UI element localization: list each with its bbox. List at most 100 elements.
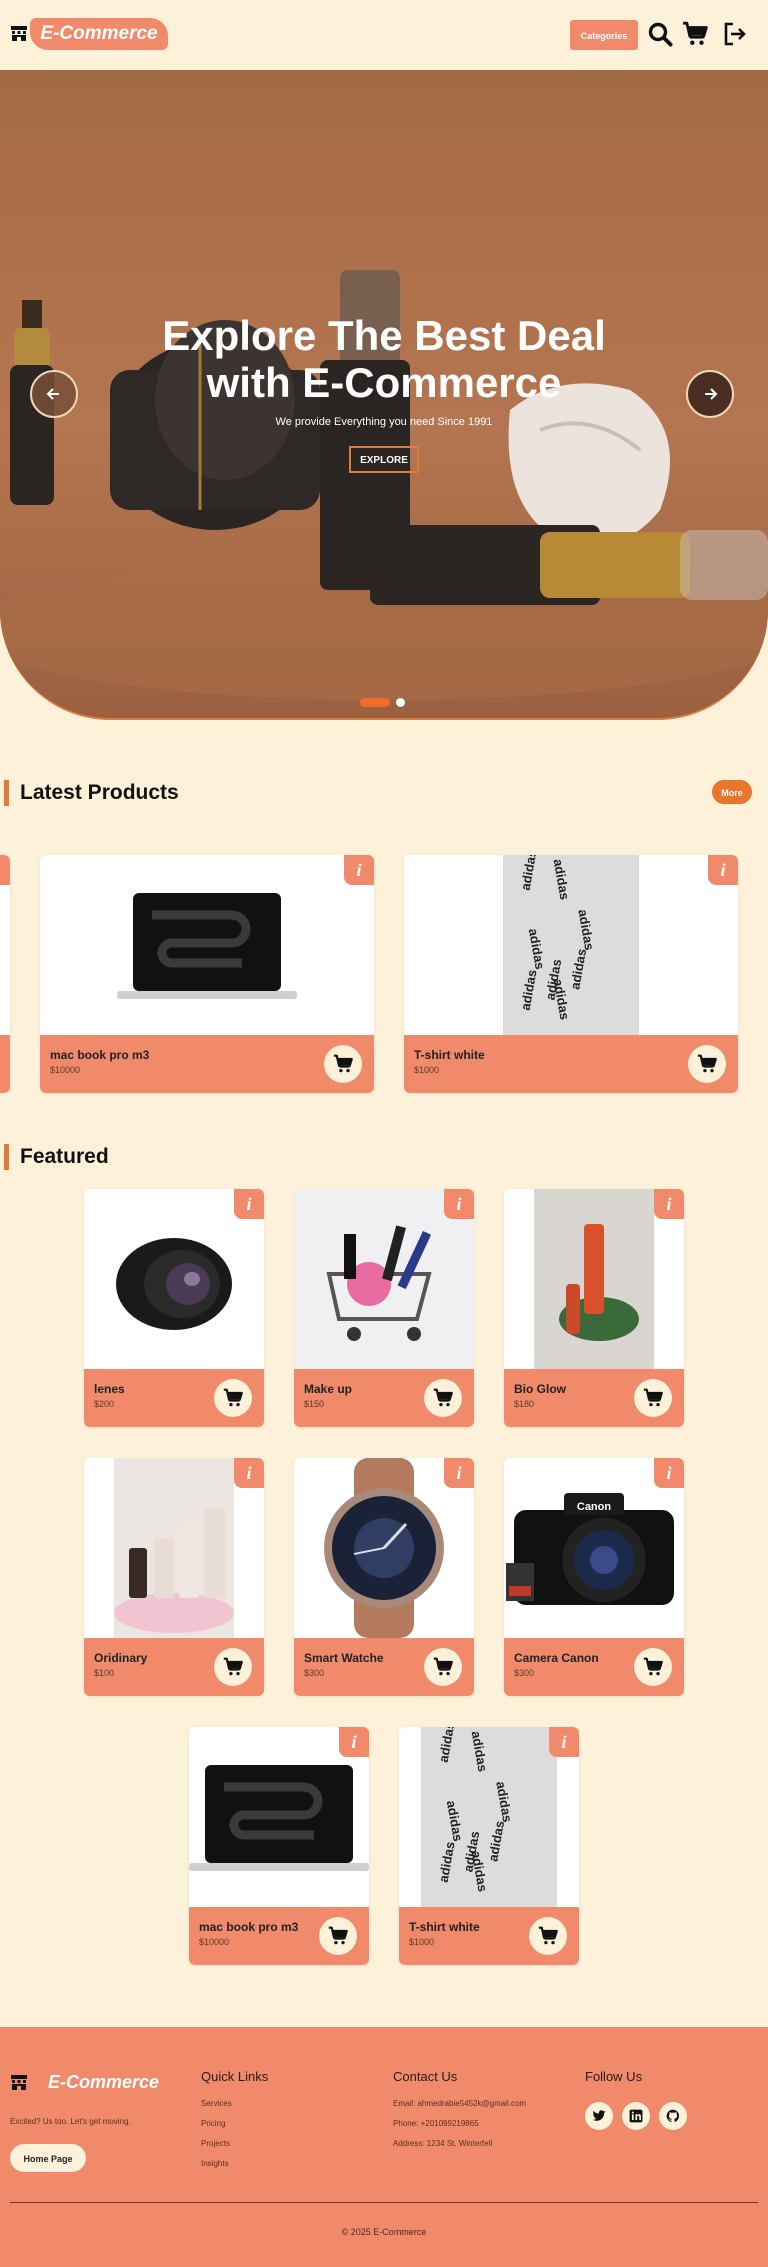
product-card-partial[interactable] [0,855,10,1093]
product-card[interactable]: i lenes $200 [84,1189,264,1427]
product-card-footer: lenes $200 [84,1369,264,1427]
cart-icon [333,1054,353,1074]
product-price: $100 [94,1668,115,1678]
arrow-left-icon [46,388,59,400]
contact-email[interactable]: Email: ahmedrabie5452k@gmail.com [393,2099,526,2108]
carousel-prev-button[interactable] [30,370,78,418]
product-card-footer: Bio Glow $180 [504,1369,684,1427]
twitter-icon [592,2110,606,2121]
quick-links-title: Quick Links [201,2069,269,2084]
contact-title: Contact Us [393,2069,458,2084]
product-card[interactable]: i Make up $150 [294,1189,474,1427]
add-to-cart-button[interactable] [424,1379,462,1417]
product-price: $200 [94,1399,115,1409]
product-card-footer: T-shirt white $1000 [399,1907,579,1965]
product-price: $300 [514,1668,535,1678]
contact-phone[interactable]: Phone: +201099219865 [393,2119,479,2128]
product-price: $10000 [199,1937,230,1947]
product-card[interactable]: i Smart Watche $300 [294,1458,474,1696]
product-name: T-shirt white [409,1920,480,1934]
product-card-footer: T-shirt white $1000 [404,1035,738,1093]
hero-title-line-2: with E-Commerce [206,359,562,406]
carousel-dot[interactable] [396,698,405,707]
footer-brand[interactable]: E-Commerce [48,2072,159,2093]
add-to-cart-button[interactable] [324,1045,362,1083]
product-card[interactable]: i Oridinary $100 [84,1458,264,1696]
product-name: Make up [304,1382,353,1396]
github-button[interactable] [659,2102,687,2130]
product-name: mac book pro m3 [199,1920,299,1934]
tshirt-image: adidas adidasadidasadidasadidasadidasadid… [404,855,738,1093]
product-card-footer: Smart Watche $300 [294,1638,474,1696]
info-icon-partial [0,855,10,885]
product-card[interactable]: i Bio Glow $180 [504,1189,684,1427]
info-icon[interactable]: i [234,1189,264,1219]
add-to-cart-button[interactable] [688,1045,726,1083]
explore-button[interactable]: EXPLORE [349,446,419,473]
product-card[interactable]: Canon i Camera Canon $300 [504,1458,684,1696]
linkedin-button[interactable] [622,2102,650,2130]
cart-icon[interactable] [682,21,708,47]
featured-title: Featured [4,1144,109,1170]
carousel-dot-active[interactable] [360,698,390,707]
info-icon[interactable]: i [339,1727,369,1757]
carousel-next-button[interactable] [686,370,734,418]
product-name: Smart Watche [304,1651,384,1665]
cart-icon [433,1657,453,1677]
add-to-cart-button[interactable] [634,1379,672,1417]
contact-address: Address: 1234 St. Winterfell [393,2139,493,2148]
info-icon[interactable]: i [444,1458,474,1488]
quick-link-insights[interactable]: Insights [201,2159,229,2168]
product-card-footer: mac book pro m3 $10000 [189,1907,369,1965]
quick-link-projects[interactable]: Projects [201,2139,230,2148]
cart-icon [643,1388,663,1408]
cart-icon [643,1657,663,1677]
add-to-cart-button[interactable] [214,1648,252,1686]
categories-button[interactable]: Categories [570,20,638,50]
info-icon[interactable]: i [444,1189,474,1219]
product-card[interactable]: i mac book pro m3 $10000 [189,1727,369,1965]
info-icon[interactable]: i [549,1727,579,1757]
info-icon[interactable]: i [344,855,374,885]
github-icon [666,2109,680,2123]
product-image[interactable] [40,855,374,1035]
hero-banner: Explore The Best Deal with E-Commerce We… [0,70,768,720]
add-to-cart-button[interactable] [634,1648,672,1686]
logout-icon[interactable] [722,21,748,47]
search-icon[interactable] [647,21,673,47]
home-page-button[interactable]: Home Page [10,2144,86,2172]
product-name: T-shirt white [414,1048,485,1062]
card-bottom [0,1035,10,1093]
add-to-cart-button[interactable] [529,1917,567,1955]
footer: E-Commerce Excited? Us too. Let's get mo… [0,2027,768,2267]
product-card[interactable]: i mac book pro m3 $10000 [40,855,374,1093]
info-icon[interactable]: i [708,855,738,885]
product-name: Camera Canon [514,1651,599,1665]
hero-subtitle: We provide Everything you need Since 199… [275,416,493,428]
product-price: $150 [304,1399,325,1409]
arrow-right-icon [705,388,718,400]
product-name: lenes [94,1382,125,1396]
product-price: $10000 [50,1065,81,1075]
product-price: $1000 [414,1065,440,1075]
cart-icon [697,1054,717,1074]
product-image[interactable]: adidas adidas adidas adidas adidas adidas adid… [404,855,738,1093]
info-icon[interactable]: i [654,1189,684,1219]
brand-logo[interactable]: E-Commerce [30,18,168,50]
shop-icon [11,2075,27,2090]
svg-text:Canon: Canon [577,1501,612,1513]
more-button[interactable]: More [712,780,752,804]
quick-link-services[interactable]: Services [201,2099,232,2108]
product-card[interactable]: adidas adidas adidas adidas adidas adidas adid… [399,1727,579,1965]
info-icon[interactable]: i [654,1458,684,1488]
hero-title-line-1: Explore The Best Deal [162,312,606,359]
add-to-cart-button[interactable] [319,1917,357,1955]
quick-link-pricing[interactable]: Pricing [201,2119,225,2128]
info-icon[interactable]: i [234,1458,264,1488]
add-to-cart-button[interactable] [424,1648,462,1686]
product-card[interactable]: adidas adidas adidas adidas adidas adidas adid… [404,855,738,1093]
laptop-image [40,855,374,1035]
add-to-cart-button[interactable] [214,1379,252,1417]
twitter-button[interactable] [585,2102,613,2130]
footer-divider [10,2202,758,2203]
